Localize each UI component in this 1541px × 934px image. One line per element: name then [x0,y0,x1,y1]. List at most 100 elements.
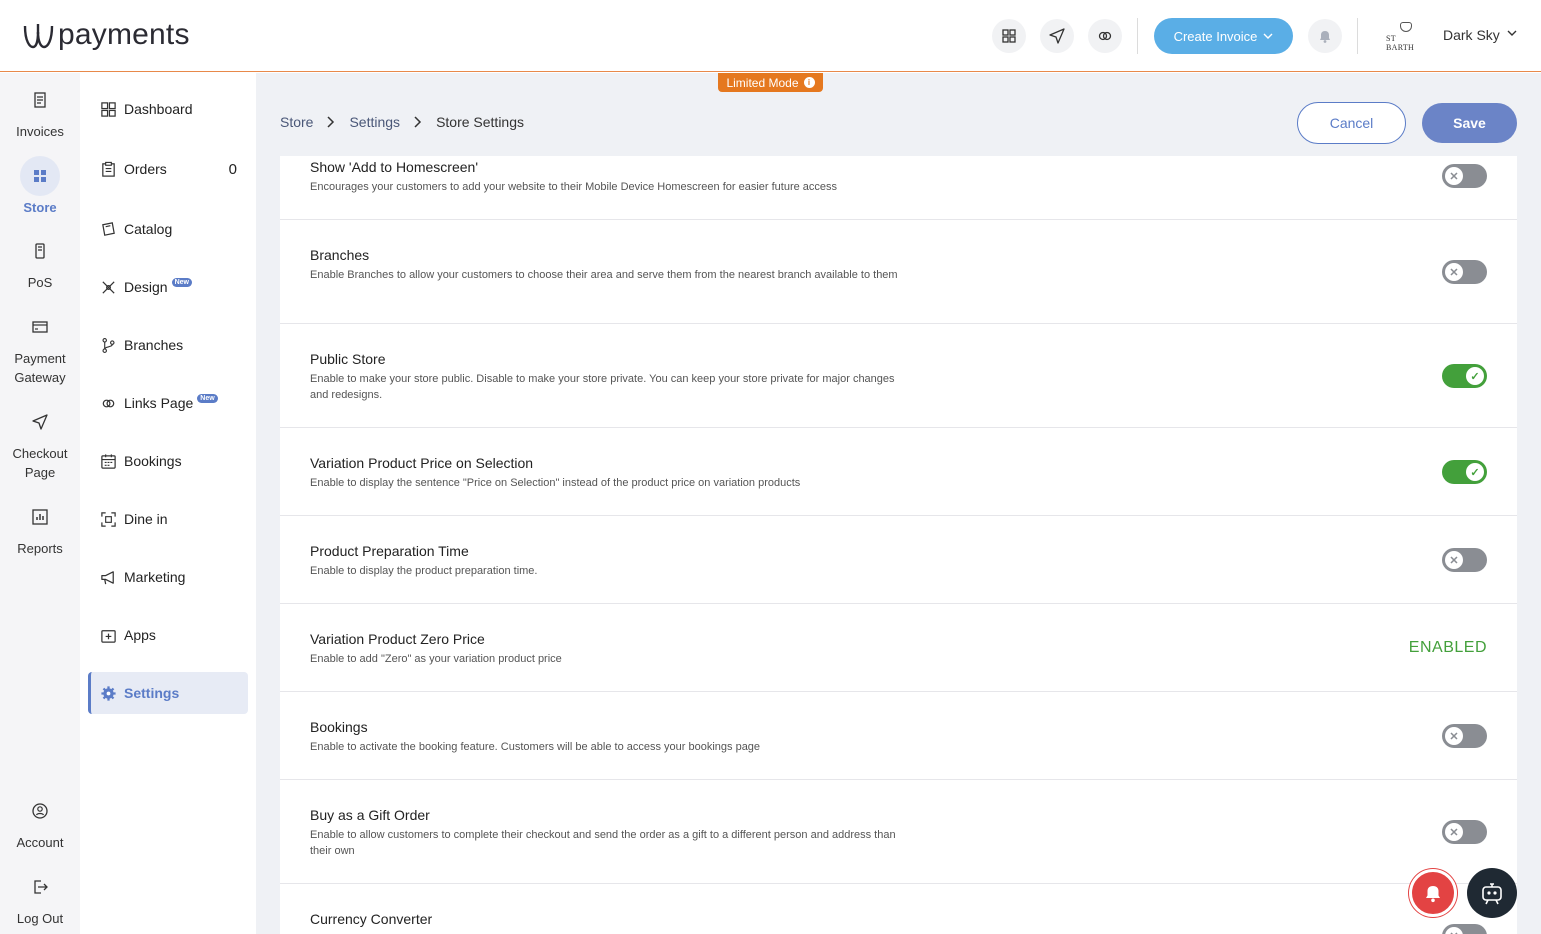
primary-rail: Invoices Store PoS Payment Gateway Check… [0,73,80,934]
subnav-item-bookings[interactable]: Bookings [88,440,248,482]
setting-description: Enable to display the sentence "Price on… [310,477,801,489]
setting-title: Variation Product Price on Selection [310,455,534,471]
rail-label: Checkout Page [12,446,68,480]
x-icon: ✕ [1445,551,1463,569]
support-bot-fab[interactable] [1467,868,1517,918]
setting-toggle[interactable]: ✕ [1442,724,1487,748]
bell-icon [1426,886,1440,903]
reports-icon [20,497,60,537]
rail-label: Log Out [16,911,64,926]
subnav-label: Design [124,279,168,295]
setting-row: Currency Converter ✕ [280,884,1517,934]
subnav-item-settings[interactable]: Settings [88,672,248,714]
setting-toggle[interactable]: ✕ [1442,260,1487,284]
subnav-item-marketing[interactable]: Marketing [88,556,248,598]
setting-description: Enable to make your store public. Disabl… [310,373,895,401]
subnav-item-apps[interactable]: Apps [88,614,248,656]
calendar-icon [99,452,117,470]
setting-toggle[interactable]: ✕ [1442,548,1487,572]
store-subnav: Dashboard Orders 0 Catalog Design New Br… [80,73,256,934]
x-icon: ✕ [1445,263,1463,281]
subnav-label: Bookings [124,453,182,469]
setting-toggle[interactable]: ✕ [1442,164,1487,188]
subnav-label: Catalog [124,221,173,237]
subnav-item-orders[interactable]: Orders 0 [88,148,248,190]
top-header: payments Create Invoice ST BARTH Dark Sk… [0,0,1541,72]
rail-item-payment-gateway[interactable]: Payment Gateway [0,307,80,387]
setting-row: Public Store Enable to make your store p… [280,324,1517,428]
account-icon [20,791,60,831]
rail-label: Store [23,200,57,215]
create-invoice-button[interactable]: Create Invoice [1154,18,1293,54]
settings-list: Show 'Add to Homescreen' Encourages your… [280,156,1517,934]
rail-item-checkout-page[interactable]: Checkout Page [0,402,80,482]
rail-item-account[interactable]: Account [0,791,80,852]
subnav-label: Apps [124,627,156,643]
header-send-button[interactable] [1040,19,1074,53]
branches-icon [99,336,117,354]
subnav-item-dine-in[interactable]: Dine in [88,498,248,540]
rail-item-pos[interactable]: PoS [0,231,80,292]
payment-gateway-icon [20,307,60,347]
header-grid-button[interactable] [992,19,1026,53]
setting-row: Variation Product Price on Selection Ena… [280,428,1517,516]
breadcrumb-settings[interactable]: Settings [349,114,400,130]
breadcrumb: Store Settings Store Settings [280,114,524,130]
info-icon: i [803,77,815,88]
breadcrumb-store[interactable]: Store [280,114,313,130]
send-icon [1049,28,1065,44]
check-icon: ✓ [1466,463,1484,481]
notifications-button[interactable] [1308,19,1342,53]
setting-description: Enable to display the product preparatio… [310,565,538,577]
subnav-label: Dashboard [124,101,193,117]
setting-toggle[interactable]: ✕ [1442,820,1487,844]
rail-item-invoices[interactable]: Invoices [0,80,80,141]
setting-description: Encourages your customers to add your we… [310,181,838,193]
setting-title: Show 'Add to Homescreen' [310,159,478,175]
setting-row: Bookings Enable to activate the booking … [280,692,1517,780]
chevron-right-icon [414,116,422,128]
subnav-item-links-page[interactable]: Links Page New [88,382,248,424]
robot-icon [1482,883,1502,905]
subnav-label: Orders [124,161,167,177]
header-links-button[interactable] [1088,19,1122,53]
subnav-item-catalog[interactable]: Catalog [88,208,248,250]
subnav-label: Branches [124,337,184,353]
grid-icon [1002,29,1016,43]
header-divider [1137,18,1138,54]
setting-description: Enable Branches to allow your customers … [310,269,898,281]
cancel-button[interactable]: Cancel [1297,102,1406,144]
rail-item-reports[interactable]: Reports [0,497,80,558]
limited-mode-badge[interactable]: Limited Mode i [718,73,823,92]
app-logo[interactable]: payments [22,16,190,54]
setting-toggle[interactable]: ✓ [1442,460,1487,484]
save-button[interactable]: Save [1422,103,1517,143]
main-content: Limited Mode i Store Settings Store Sett… [256,73,1541,934]
user-menu-name[interactable]: Dark Sky [1443,27,1500,43]
rail-item-store[interactable]: Store [0,156,80,217]
invoice-icon [20,80,60,120]
apps-icon [99,626,117,644]
chevron-down-icon[interactable] [1507,30,1517,36]
dashboard-icon [99,100,117,118]
setting-title: Public Store [310,351,386,367]
setting-title: Variation Product Zero Price [310,631,485,647]
gear-icon [99,684,117,702]
setting-row: Show 'Add to Homescreen' Encourages your… [280,156,1517,220]
x-icon: ✕ [1445,727,1463,745]
design-icon [99,278,117,296]
setting-toggle[interactable]: ✕ [1442,924,1487,934]
subnav-item-dashboard[interactable]: Dashboard [88,88,248,130]
setting-toggle[interactable]: ✓ [1442,364,1487,388]
rail-item-logout[interactable]: Log Out [0,867,80,928]
pos-icon [20,231,60,271]
subnav-item-branches[interactable]: Branches [88,324,248,366]
new-badge: New [197,393,218,403]
subnav-item-design[interactable]: Design New [88,266,248,308]
logo-text: payments [58,18,190,51]
notification-bell-fab[interactable] [1409,869,1457,917]
store-brand-logo: ST BARTH [1386,22,1426,52]
setting-row: Product Preparation Time Enable to displ… [280,516,1517,604]
qr-icon [99,510,117,528]
orders-icon [99,160,117,178]
